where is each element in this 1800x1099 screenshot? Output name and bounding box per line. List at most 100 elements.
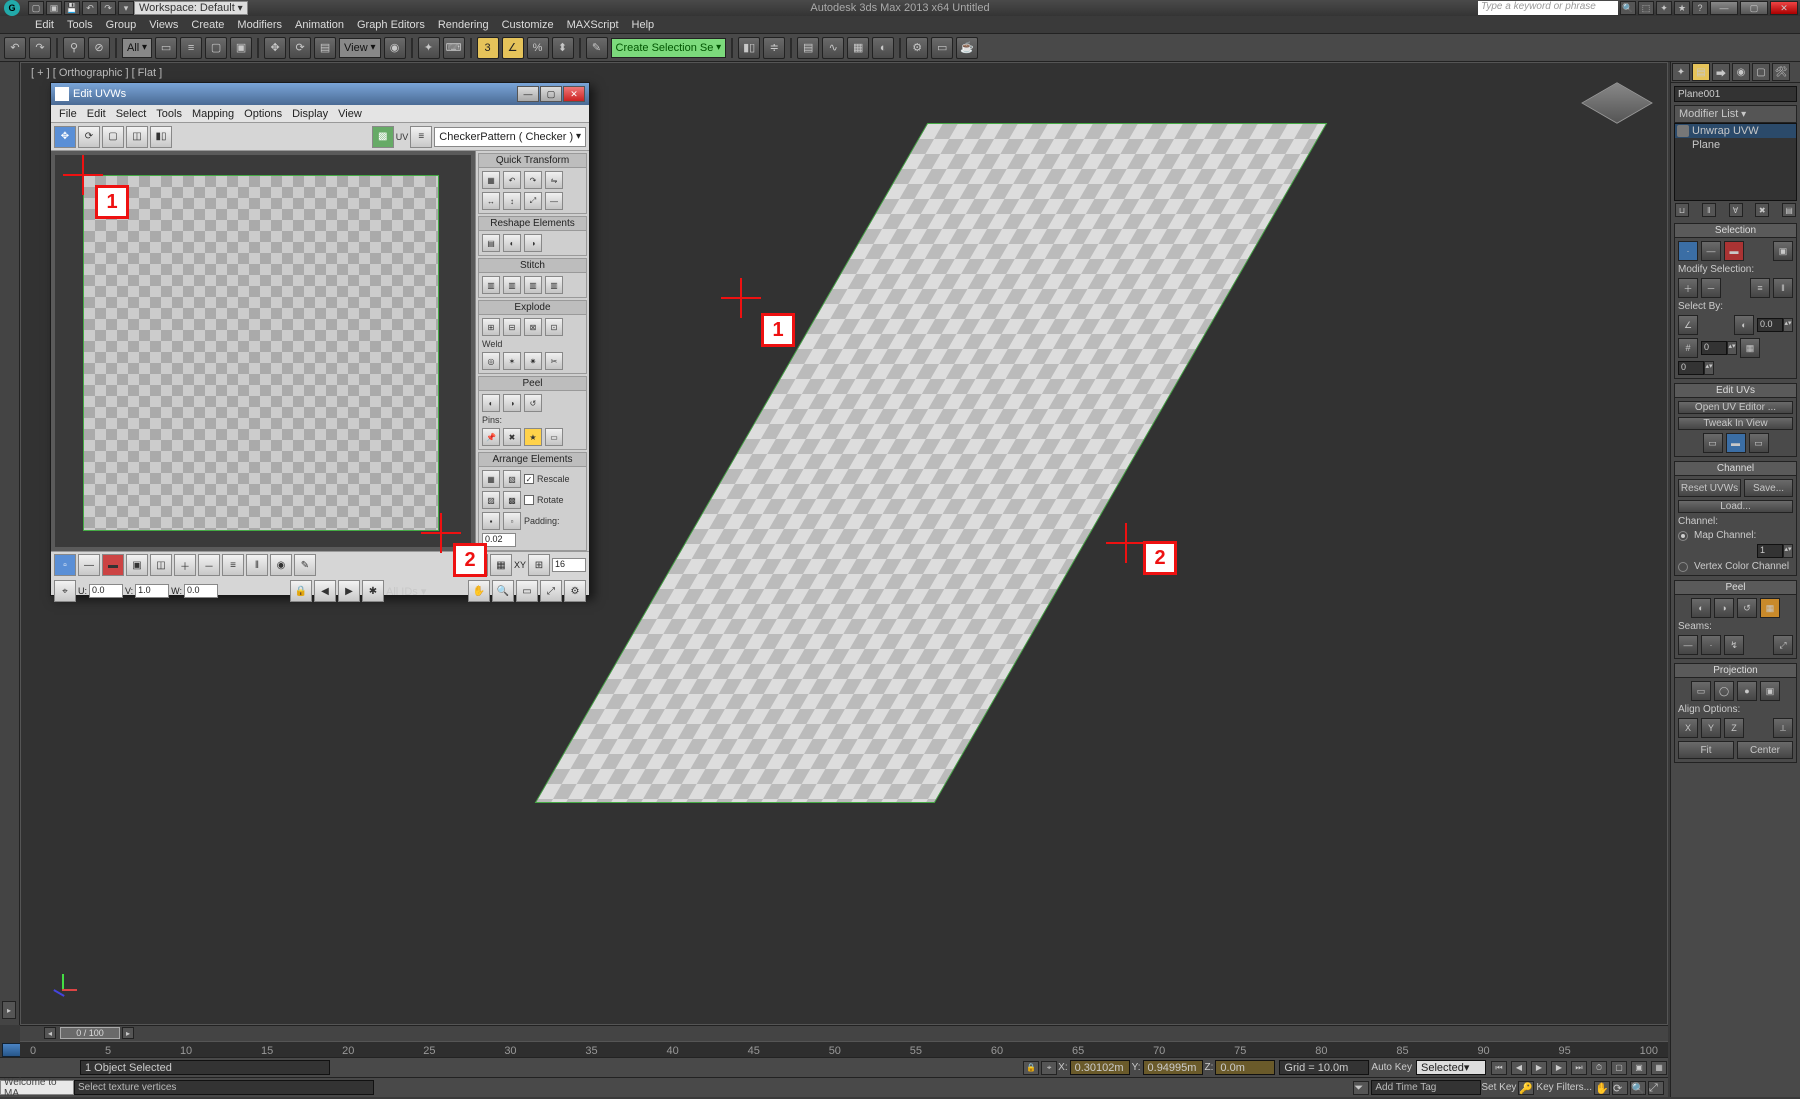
- pin-auto-icon[interactable]: ★: [524, 428, 542, 446]
- uvw-menu-view[interactable]: View: [334, 108, 366, 120]
- sel-edge-icon[interactable]: —: [1701, 241, 1721, 261]
- uvw-shrink-icon[interactable]: －: [198, 554, 220, 576]
- angle-snap-icon[interactable]: ∠: [502, 37, 524, 59]
- tab-hierarchy-icon[interactable]: ⮕: [1712, 63, 1730, 81]
- u-spinner[interactable]: 0.0: [89, 584, 123, 598]
- explode-2-icon[interactable]: ⊟: [503, 318, 521, 336]
- uvw-options-btn-icon[interactable]: ⚙: [564, 580, 586, 602]
- save-uvws-button[interactable]: Save...: [1744, 479, 1793, 497]
- uvw-select-by-elem-icon[interactable]: ◫: [150, 554, 172, 576]
- stack-unwrap-uvw[interactable]: Unwrap UVW: [1675, 124, 1796, 138]
- pack-tight-icon[interactable]: ▨: [482, 491, 500, 509]
- tab-utilities-icon[interactable]: 🛠: [1772, 63, 1790, 81]
- key-mode-combo[interactable]: Selected ▾: [1416, 1060, 1486, 1075]
- add-time-tag[interactable]: Add Time Tag: [1371, 1080, 1481, 1095]
- proj-cylindrical-icon[interactable]: ◯: [1714, 681, 1734, 701]
- app-icon[interactable]: G: [4, 0, 20, 16]
- eye-icon[interactable]: [1677, 125, 1689, 137]
- use-pivot-icon[interactable]: ◉: [384, 37, 406, 59]
- scale-icon[interactable]: ▤: [314, 37, 336, 59]
- uvw-scale-icon[interactable]: ▢: [102, 126, 124, 148]
- modifier-list-combo[interactable]: Modifier List ▾: [1674, 105, 1797, 123]
- close-button[interactable]: ✕: [1770, 1, 1798, 15]
- explode-1-icon[interactable]: ⊞: [482, 318, 500, 336]
- unlink-icon[interactable]: ⊘: [88, 37, 110, 59]
- key-filters-button[interactable]: Key Filters...: [1536, 1082, 1592, 1093]
- set-key-button[interactable]: Set Key: [1481, 1082, 1516, 1093]
- quick-planar-active-icon[interactable]: ▬: [1726, 433, 1746, 453]
- pack-normalize-icon[interactable]: ▦: [482, 470, 500, 488]
- selection-filter[interactable]: All ▾: [122, 38, 152, 58]
- uvw-poly-mode-icon[interactable]: ▬: [102, 554, 124, 576]
- uvw-maximize-button[interactable]: ▢: [540, 86, 562, 102]
- rollout-quick-transform[interactable]: Quick Transform: [478, 153, 587, 168]
- time-slider-track[interactable]: ◂ 0 / 100 ▸: [20, 1025, 1668, 1041]
- v-spinner[interactable]: 1.0: [135, 584, 169, 598]
- qt-rotate-cw-icon[interactable]: ↷: [524, 171, 542, 189]
- max-viewport-icon[interactable]: ⤢: [1648, 1081, 1664, 1095]
- weld-all-icon[interactable]: ✷: [524, 352, 542, 370]
- remove-modifier-icon[interactable]: ✖: [1755, 203, 1769, 217]
- tab-display-icon[interactable]: ▢: [1752, 63, 1770, 81]
- uvw-menu-tools[interactable]: Tools: [152, 108, 186, 120]
- configure-sets-icon[interactable]: ▤: [1782, 203, 1796, 217]
- redo-button[interactable]: ↷: [29, 37, 51, 59]
- qt-align-h-icon[interactable]: ↔: [482, 192, 500, 210]
- cmd-pelt-icon[interactable]: ▦: [1760, 598, 1780, 618]
- qt-rotate-ccw-icon[interactable]: ↶: [503, 171, 521, 189]
- peel-mode-icon[interactable]: ◑: [503, 394, 521, 412]
- menu-modifiers[interactable]: Modifiers: [232, 19, 287, 31]
- uvw-ring-icon[interactable]: ‖: [246, 554, 268, 576]
- uvw-snap-icon[interactable]: ✱: [362, 580, 384, 602]
- uvw-menu-mapping[interactable]: Mapping: [188, 108, 238, 120]
- fit-button[interactable]: Fit: [1678, 741, 1734, 759]
- uvw-opt2-icon[interactable]: ▶: [338, 580, 360, 602]
- pack-custom-icon[interactable]: ▧: [503, 470, 521, 488]
- quick-planar-x-icon[interactable]: ▭: [1749, 433, 1769, 453]
- time-prev-icon[interactable]: ◂: [44, 1027, 56, 1039]
- restore-button[interactable]: ▢: [1740, 1, 1768, 15]
- vertex-color-radio[interactable]: [1678, 562, 1688, 572]
- edit-named-sel-icon[interactable]: ✎: [586, 37, 608, 59]
- z-coord[interactable]: 0.0m: [1215, 1060, 1275, 1075]
- goto-start-icon[interactable]: ⏮: [1491, 1061, 1507, 1075]
- render-icon[interactable]: ☕: [956, 37, 978, 59]
- pan-view-icon[interactable]: ✋: [1594, 1081, 1610, 1095]
- edit-uvws-titlebar[interactable]: Edit UVWs — ▢ ✕: [51, 83, 589, 105]
- pin-stack-icon[interactable]: ⊔: [1675, 203, 1689, 217]
- maxscript-mini-listener[interactable]: Welcome to MA: [0, 1080, 74, 1095]
- menu-help[interactable]: Help: [627, 19, 660, 31]
- uvw-edge-mode-icon[interactable]: —: [78, 554, 100, 576]
- uvw-zoom-region-icon[interactable]: ▭: [516, 580, 538, 602]
- loop-sel-icon[interactable]: ≡: [1750, 278, 1770, 298]
- pin-select-icon[interactable]: ▭: [545, 428, 563, 446]
- matid-spinner[interactable]: 0: [1701, 341, 1727, 355]
- new-icon[interactable]: ▢: [28, 1, 44, 15]
- sel-element-icon[interactable]: ▣: [1773, 241, 1793, 261]
- move-icon[interactable]: ✥: [264, 37, 286, 59]
- load-uvws-button[interactable]: Load...: [1678, 500, 1793, 513]
- abs-rel-icon[interactable]: ⌖: [1041, 1061, 1057, 1075]
- cmd-quick-peel-icon[interactable]: ◐: [1691, 598, 1711, 618]
- break-icon[interactable]: ✂: [545, 352, 563, 370]
- select-by-name-icon[interactable]: ≡: [180, 37, 202, 59]
- proj-planar-icon[interactable]: ▭: [1691, 681, 1711, 701]
- open-uv-editor-button[interactable]: Open UV Editor ...: [1678, 401, 1793, 414]
- menu-views[interactable]: Views: [144, 19, 183, 31]
- uvw-grow-icon[interactable]: ＋: [174, 554, 196, 576]
- layer-manager-icon[interactable]: ▤: [797, 37, 819, 59]
- object-name-field[interactable]: Plane001: [1674, 86, 1797, 102]
- ignore-backfacing-icon[interactable]: ◐: [1734, 315, 1754, 335]
- minimize-button[interactable]: —: [1710, 1, 1738, 15]
- track-bar-toggle[interactable]: ▸: [2, 1001, 16, 1019]
- menu-create[interactable]: Create: [186, 19, 229, 31]
- align-normal-icon[interactable]: ⟂: [1773, 718, 1793, 738]
- spinner-snap-icon[interactable]: ⬍: [552, 37, 574, 59]
- rollout-cmd-peel-head[interactable]: Peel: [1674, 580, 1797, 595]
- rollout-reshape[interactable]: Reshape Elements: [478, 216, 587, 231]
- workspace-selector[interactable]: Workspace: Default ▾: [134, 1, 248, 15]
- time-slider[interactable]: 0 / 100: [60, 1027, 120, 1039]
- time-config-icon[interactable]: ⏱: [1591, 1061, 1607, 1075]
- open-icon[interactable]: ▣: [46, 1, 62, 15]
- menu-edit[interactable]: Edit: [30, 19, 59, 31]
